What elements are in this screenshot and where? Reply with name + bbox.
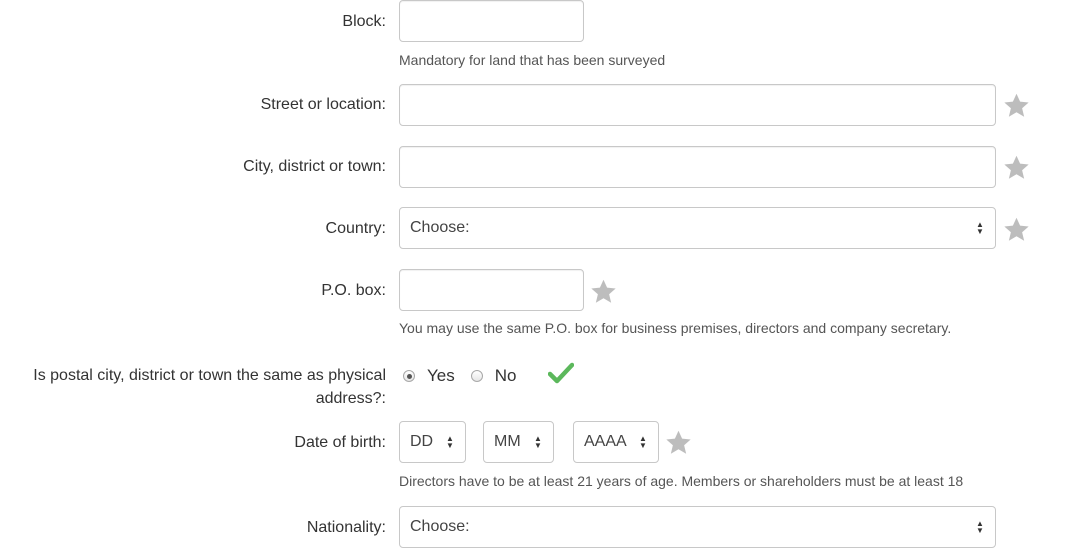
city-label: City, district or town: bbox=[243, 158, 386, 175]
dob-day-select[interactable]: DD ▲ ▼ bbox=[399, 421, 466, 463]
yes-radio[interactable] bbox=[403, 370, 415, 382]
select-arrows-icon: ▲ ▼ bbox=[534, 434, 542, 450]
favorite-star-icon[interactable] bbox=[1003, 216, 1030, 243]
favorite-star-icon[interactable] bbox=[665, 429, 692, 456]
dob-year-value: AAAA bbox=[584, 433, 627, 450]
select-arrows-icon: ▲ ▼ bbox=[639, 434, 647, 450]
dob-year-select[interactable]: AAAA ▲ ▼ bbox=[573, 421, 659, 463]
dob-day-value: DD bbox=[410, 433, 434, 450]
select-arrows-icon: ▲ ▼ bbox=[976, 519, 984, 535]
select-arrows-icon: ▲ ▼ bbox=[976, 220, 984, 236]
dob-label: Date of birth: bbox=[294, 434, 386, 451]
block-help-text: Mandatory for land that has been surveye… bbox=[399, 52, 666, 68]
favorite-star-icon[interactable] bbox=[1003, 92, 1030, 119]
po-box-input[interactable] bbox=[399, 269, 584, 311]
checkmark-icon bbox=[547, 362, 575, 384]
po-box-label: P.O. box: bbox=[321, 282, 386, 299]
nationality-select[interactable]: Choose: ▲ ▼ bbox=[399, 506, 996, 548]
favorite-star-icon[interactable] bbox=[1003, 154, 1030, 181]
block-label: Block: bbox=[342, 13, 386, 30]
nationality-selected-value: Choose: bbox=[410, 518, 470, 535]
select-arrows-icon: ▲ ▼ bbox=[446, 434, 454, 450]
dob-help-text: Directors have to be at least 21 years o… bbox=[399, 473, 964, 489]
street-label: Street or location: bbox=[260, 96, 386, 113]
po-box-help-text: You may use the same P.O. box for busine… bbox=[399, 320, 952, 336]
favorite-star-icon[interactable] bbox=[590, 278, 617, 305]
country-selected-value: Choose: bbox=[410, 219, 470, 236]
no-radio-label[interactable]: No bbox=[495, 366, 517, 386]
city-input[interactable] bbox=[399, 146, 996, 188]
nationality-label: Nationality: bbox=[306, 519, 386, 536]
postal-same-radio-group: Yes No bbox=[403, 365, 532, 387]
street-input[interactable] bbox=[399, 84, 996, 126]
country-label: Country: bbox=[325, 220, 386, 237]
no-radio[interactable] bbox=[470, 370, 483, 382]
country-select[interactable]: Choose: ▲ ▼ bbox=[399, 207, 996, 249]
yes-radio-label[interactable]: Yes bbox=[427, 366, 455, 386]
postal-same-label: Is postal city, district or town the sam… bbox=[33, 367, 386, 407]
block-input[interactable] bbox=[399, 0, 584, 42]
dob-month-value: MM bbox=[494, 433, 521, 450]
dob-month-select[interactable]: MM ▲ ▼ bbox=[483, 421, 554, 463]
